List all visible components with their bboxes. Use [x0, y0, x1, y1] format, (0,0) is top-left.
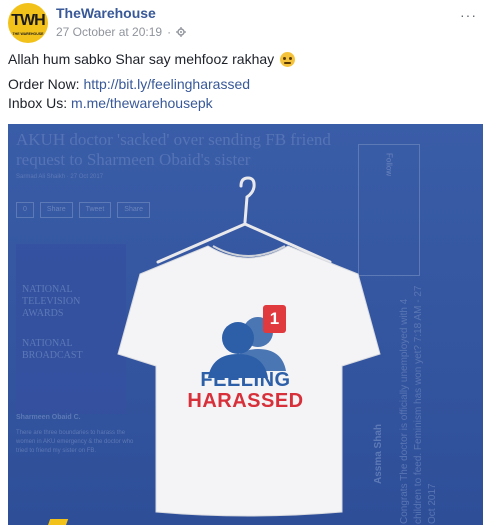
order-line: Order Now: http://bit.ly/feelingharassed — [8, 75, 483, 94]
inbox-link[interactable]: m.me/thewarehousepk — [71, 95, 213, 111]
more-options-button[interactable]: ··· — [460, 7, 477, 23]
post-header: TWH THE WAREHOUSE TheWarehouse 27 Octobe… — [8, 3, 483, 43]
message-line: Allah hum sabko Shar say mehfooz rakhay — [8, 50, 483, 69]
page-name-link[interactable]: TheWarehouse — [56, 5, 156, 21]
persevering-face-emoji-icon — [280, 52, 296, 67]
post-image[interactable]: AKUH doctor 'sacked' over sending FB fri… — [8, 124, 483, 525]
notification-badge: 1 — [263, 305, 286, 333]
inbox-label: Inbox Us: — [8, 95, 68, 111]
settings-gear-icon — [176, 27, 187, 37]
page-avatar[interactable]: TWH THE WAREHOUSE — [8, 3, 48, 43]
post-message: Allah hum sabko Shar say mehfooz rakhay … — [8, 50, 483, 113]
shirt-text-feeling: FEELING — [200, 369, 291, 391]
order-link[interactable]: http://bit.ly/feelingharassed — [83, 76, 250, 92]
logo-subtext: THE WAREHOUSE — [12, 32, 44, 36]
hanger-icon — [156, 176, 332, 264]
yellow-sticker — [45, 519, 69, 525]
shirt-text-harassed: HARASSED — [187, 390, 304, 412]
post-timestamp[interactable]: 27 October at 20:19 — [56, 25, 162, 39]
order-label: Order Now: — [8, 76, 80, 92]
logo-monogram: TWH — [11, 12, 45, 29]
tshirt-illustration — [117, 176, 381, 517]
post-meta: 27 October at 20:19 · — [56, 25, 187, 39]
inbox-line: Inbox Us: m.me/thewarehousepk — [8, 94, 483, 113]
